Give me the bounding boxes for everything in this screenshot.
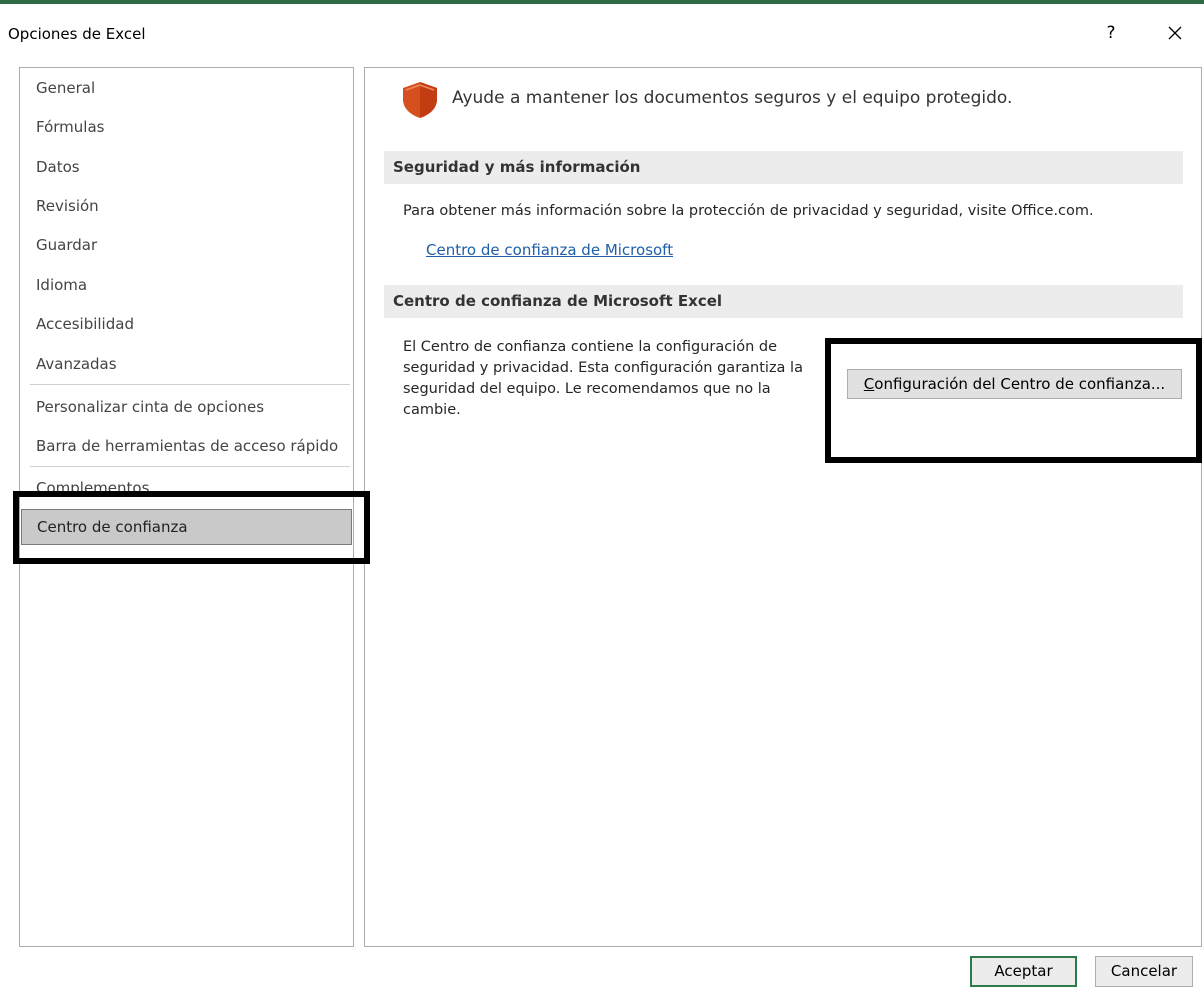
security-info-text: Para obtener más información sobre la pr…	[403, 203, 1094, 219]
nav-item-accesibilidad[interactable]: Accesibilidad	[21, 307, 352, 341]
title-bar: Opciones de Excel ?	[0, 4, 1204, 60]
close-button[interactable]	[1160, 18, 1190, 48]
options-content-pane	[364, 67, 1202, 947]
nav-item-revision[interactable]: Revisión	[21, 189, 352, 223]
nav-separator	[30, 384, 350, 385]
trust-center-description: El Centro de confianza contiene la confi…	[403, 339, 803, 418]
nav-item-idioma[interactable]: Idioma	[21, 268, 352, 302]
trust-center-settings-button-accelerator: C	[863, 375, 875, 393]
microsoft-trust-center-link[interactable]: Centro de confianza de Microsoft	[426, 241, 673, 259]
nav-item-barra-acceso-rapido[interactable]: Barra de herramientas de acceso rápido	[21, 429, 352, 463]
trust-center-settings-button[interactable]: Configuración del Centro de confianza...	[847, 369, 1182, 399]
trust-center-settings-button-label: onfiguración del Centro de confianza...	[874, 375, 1166, 393]
nav-item-complementos[interactable]: Complementos	[21, 471, 352, 505]
nav-item-formulas[interactable]: Fórmulas	[21, 110, 352, 144]
window-title: Opciones de Excel	[8, 25, 146, 43]
help-button[interactable]: ?	[1098, 18, 1124, 48]
nav-item-general[interactable]: General	[21, 71, 352, 105]
section-header-excel-trust-center: Centro de confianza de Microsoft Excel	[384, 285, 1183, 318]
page-intro: Ayude a mantener los documentos seguros …	[452, 88, 1013, 108]
options-category-list: General Fórmulas Datos Revisión Guardar …	[19, 67, 354, 947]
cancel-button[interactable]: Cancelar	[1095, 956, 1193, 987]
close-icon	[1168, 26, 1182, 40]
ok-button[interactable]: Aceptar	[970, 956, 1077, 987]
nav-item-guardar[interactable]: Guardar	[21, 228, 352, 262]
section-header-security: Seguridad y más información	[384, 151, 1183, 184]
shield-icon	[403, 82, 437, 118]
nav-item-datos[interactable]: Datos	[21, 150, 352, 184]
nav-item-avanzadas[interactable]: Avanzadas	[21, 347, 352, 381]
nav-item-centro-de-confianza[interactable]: Centro de confianza	[21, 509, 352, 545]
nav-separator	[30, 466, 350, 467]
nav-item-personalizar-cinta[interactable]: Personalizar cinta de opciones	[21, 390, 352, 424]
